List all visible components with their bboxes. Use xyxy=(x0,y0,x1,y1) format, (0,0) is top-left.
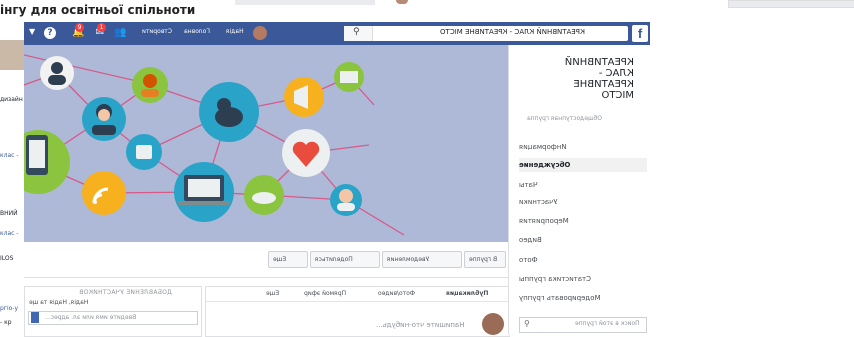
left-fragment: дизайн xyxy=(0,96,23,103)
facebook-logo-icon[interactable]: f xyxy=(632,25,648,42)
joined-button[interactable]: В группе xyxy=(464,251,506,268)
notifications-button[interactable]: Уведомления xyxy=(382,251,462,268)
group-action-bar: В группе Уведомления Поделиться Еще xyxy=(24,242,508,278)
add-members-placeholder: Введите имя или эл. адрес... xyxy=(45,314,137,321)
left-fragment: - кр xyxy=(0,319,12,326)
composer-tab-more[interactable]: Еще xyxy=(266,290,279,297)
caption-strip: інгу для освітньої спільноти xyxy=(0,0,854,22)
share-label: Поделиться xyxy=(315,256,353,263)
search-icon: ⚲ xyxy=(524,319,530,328)
icon-person-woman xyxy=(82,97,126,141)
sidebar-item[interactable]: Чаты xyxy=(519,178,647,192)
nav-home[interactable]: Головна xyxy=(184,28,210,35)
network-illustration xyxy=(24,45,508,242)
sidebar-item[interactable]: Статистика группы xyxy=(519,272,647,286)
add-members-people: Надія, Надія та ще xyxy=(29,299,89,306)
help-icon[interactable]: ? xyxy=(44,27,56,39)
group-search-input[interactable]: ⚲ Поиск в этой группе xyxy=(519,317,647,333)
add-members-input[interactable]: Введите имя или эл. адрес... xyxy=(28,311,198,325)
group-search-placeholder: Поиск в этой группе xyxy=(575,320,640,327)
sidebar-item[interactable]: Фото xyxy=(519,253,647,267)
icon-laptop xyxy=(174,162,234,222)
more-button[interactable]: Еще xyxy=(268,251,308,268)
profile-avatar[interactable] xyxy=(253,26,267,40)
composer-tab-live[interactable]: Прямой эфир xyxy=(304,290,346,297)
composer-avatar xyxy=(482,313,504,335)
nav-profile-name[interactable]: Надія xyxy=(226,28,244,35)
icon-like xyxy=(126,134,162,170)
sidebar-item[interactable]: Обсуждение xyxy=(519,158,647,172)
sidebar-item[interactable]: Участники xyxy=(519,195,647,209)
nav-create[interactable]: Створити xyxy=(142,28,172,35)
account-menu-arrow-icon[interactable]: ▼ xyxy=(29,27,35,36)
sidebar-item[interactable]: Информация xyxy=(519,140,647,154)
share-button[interactable]: Поделиться xyxy=(310,251,380,268)
composer-tab-publication[interactable]: Публикация xyxy=(446,290,488,297)
notifications-badge: 9 xyxy=(75,23,84,32)
group-title[interactable]: КРЕАТИВНИЙ КЛАС - КРЕАТИВНЕ МІСТО xyxy=(539,57,634,101)
search-button[interactable]: ⚲ xyxy=(344,26,373,41)
icon-megaphone xyxy=(284,77,324,117)
left-cropped-column: дизайн клас - ВНИЙ клас - ILOS ргіо-у - кр xyxy=(0,22,24,335)
search-input[interactable]: КРЕАТИВНИЙ КЛАС - КРЕАТИВНЕ МІСТО ⚲ xyxy=(344,26,628,41)
left-fragment: клас - xyxy=(0,152,19,159)
group-type: Общедоступная группа xyxy=(527,115,603,122)
joined-label: В группе xyxy=(469,256,498,263)
top-navigation-bar: f КРЕАТИВНИЙ КЛАС - КРЕАТИВНЕ МІСТО ⚲ На… xyxy=(24,22,650,45)
group-sidebar: КРЕАТИВНИЙ КЛАС - КРЕАТИВНЕ МІСТО Общедо… xyxy=(508,45,651,335)
add-members-flag-icon xyxy=(31,312,39,323)
messages-badge: 1 xyxy=(97,23,106,32)
cover-photo xyxy=(24,45,508,242)
icon-person-old xyxy=(330,184,362,216)
friend-requests-icon[interactable]: 👥 xyxy=(114,26,126,40)
left-fragment: ргіо-у xyxy=(0,305,19,312)
sidebar-item[interactable]: Видео xyxy=(519,233,647,247)
notifications-label: Уведомления xyxy=(387,256,430,263)
icon-mail xyxy=(334,62,364,92)
left-fragment: ILOS xyxy=(0,255,14,262)
composer-divider xyxy=(206,301,509,302)
search-value: КРЕАТИВНИЙ КЛАС - КРЕАТИВНЕ МІСТО xyxy=(440,28,585,36)
post-composer: Публикация Фото/видео Прямой эфир Еще На… xyxy=(205,286,510,337)
caption-text: інгу для освітньої спільноти xyxy=(0,3,196,17)
page-margin xyxy=(650,22,854,335)
window-fragment xyxy=(728,0,854,8)
icon-person-man xyxy=(40,56,74,90)
tab-fragment xyxy=(235,0,375,5)
icon-cloud xyxy=(244,175,284,215)
search-icon: ⚲ xyxy=(353,27,360,37)
avatar-fragment xyxy=(396,0,408,4)
sidebar-item[interactable]: Мероприятия xyxy=(519,214,647,228)
icon-heart xyxy=(282,129,330,177)
add-members-title: ДОБАВЛЕНИЕ УЧАСТНИКОВ xyxy=(79,289,172,296)
composer-tab-photo[interactable]: Фото/видео xyxy=(378,290,415,297)
add-members-box: ДОБАВЛЕНИЕ УЧАСТНИКОВ Надія, Надія та ще… xyxy=(24,286,202,337)
thumbnail xyxy=(0,40,24,70)
more-label: Еще xyxy=(273,256,287,263)
sidebar-item[interactable]: Модерировать группу xyxy=(519,291,647,305)
icon-person-beard xyxy=(132,67,168,103)
icon-wifi xyxy=(82,171,126,215)
left-fragment: клас - xyxy=(0,230,19,237)
icon-bird xyxy=(199,82,259,142)
composer-input[interactable]: Напишите что-нибудь... xyxy=(376,321,465,329)
left-fragment: ВНИЙ xyxy=(0,210,18,217)
